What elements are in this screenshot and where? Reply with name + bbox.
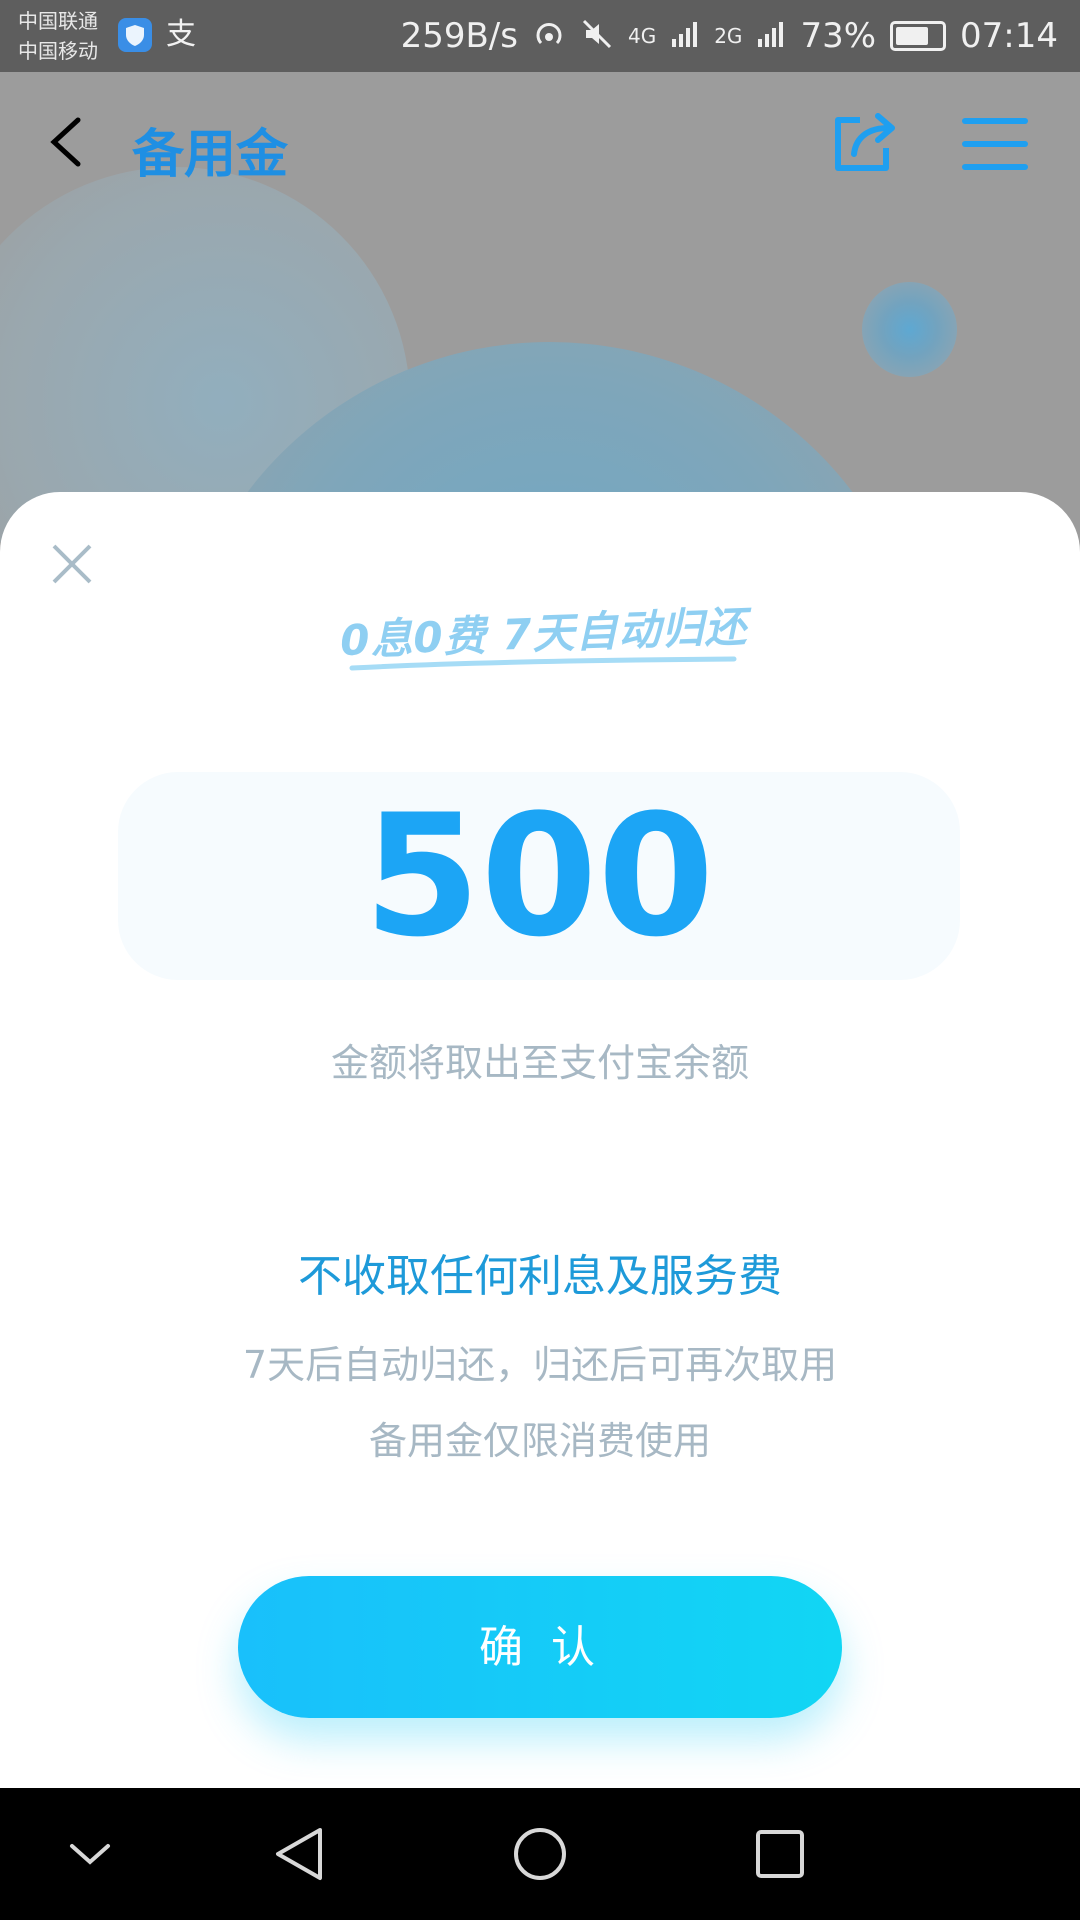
withdraw-card: 0息0费 7天自动归还 500 金额将取出至支付宝余额 不收取任何利息及服务费 … xyxy=(0,492,1080,1788)
net-2g-label: 2G xyxy=(714,24,743,48)
title-bar: 备用金 xyxy=(0,72,1080,212)
amount-box: 500 xyxy=(118,772,960,980)
home-circle-icon[interactable] xyxy=(508,1822,572,1886)
battery-percent: 73% xyxy=(800,16,877,56)
carrier-1: 中国联通 xyxy=(18,9,98,33)
signal-icon-1 xyxy=(670,19,700,53)
repay-info: 7天后自动归还，归还后可再次取用 xyxy=(242,1343,838,1387)
back-triangle-icon[interactable] xyxy=(268,1822,332,1886)
hotspot-icon xyxy=(532,17,566,55)
amount-value: 500 xyxy=(363,778,715,974)
confirm-button[interactable]: 确认 xyxy=(238,1576,842,1718)
decor-bubble xyxy=(862,282,957,377)
carrier-labels: 中国联通 中国移动 xyxy=(18,6,98,66)
battery-icon xyxy=(890,21,947,51)
fee-headline: 不收取任何利息及服务费 xyxy=(298,1251,782,1302)
back-arrow-icon[interactable] xyxy=(40,112,100,172)
chevron-down-icon[interactable] xyxy=(58,1822,122,1886)
recents-square-icon[interactable] xyxy=(748,1822,812,1886)
mute-icon xyxy=(580,17,614,55)
status-bar: 中国联通 中国移动 支 259B/s 4G 2G 73% 07:14 xyxy=(0,0,1080,72)
usage-info: 备用金仅限消费使用 xyxy=(368,1419,711,1463)
page-title: 备用金 xyxy=(132,125,289,185)
net-speed: 259B/s xyxy=(400,16,518,56)
signal-icon-2 xyxy=(756,19,786,53)
close-icon[interactable] xyxy=(50,542,94,586)
status-right: 259B/s 4G 2G 73% 07:14 xyxy=(401,0,1058,72)
menu-icon[interactable] xyxy=(960,116,1030,172)
shield-icon xyxy=(118,18,152,52)
system-nav-bar xyxy=(0,1788,1080,1920)
clock: 07:14 xyxy=(960,16,1058,56)
battery-fill xyxy=(896,27,929,45)
alipay-icon: 支 xyxy=(166,17,196,52)
carrier-2: 中国移动 xyxy=(18,39,98,63)
amount-note: 金额将取出至支付宝余额 xyxy=(330,1041,749,1085)
slogan-underline xyxy=(349,656,737,671)
share-icon[interactable] xyxy=(830,110,900,176)
net-4g-label: 4G xyxy=(627,24,657,48)
